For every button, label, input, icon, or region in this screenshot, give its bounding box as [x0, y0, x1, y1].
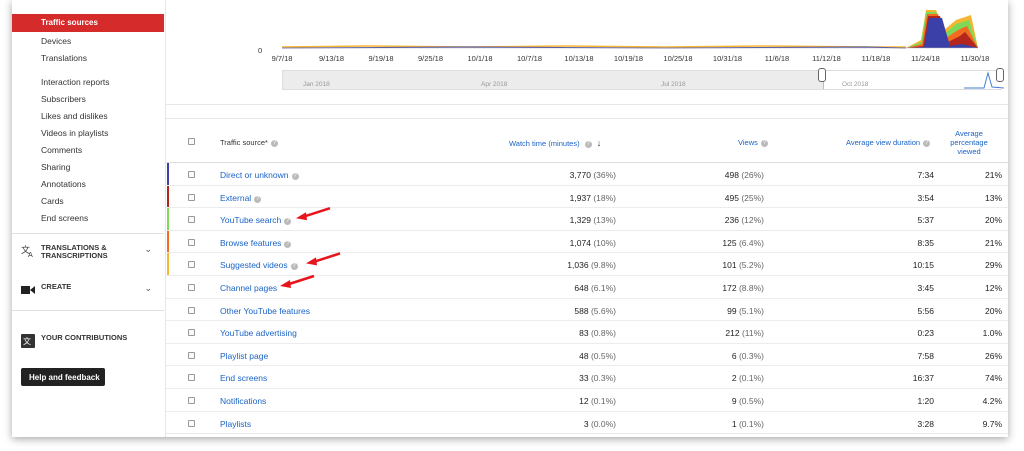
- red-arrow-annotation: [306, 252, 341, 266]
- red-arrow-annotation: [296, 207, 331, 221]
- analytics-window: Traffic sources Devices Translations Int…: [12, 0, 1008, 437]
- annotation-layer: [280, 207, 341, 288]
- red-arrow-annotation: [280, 274, 315, 288]
